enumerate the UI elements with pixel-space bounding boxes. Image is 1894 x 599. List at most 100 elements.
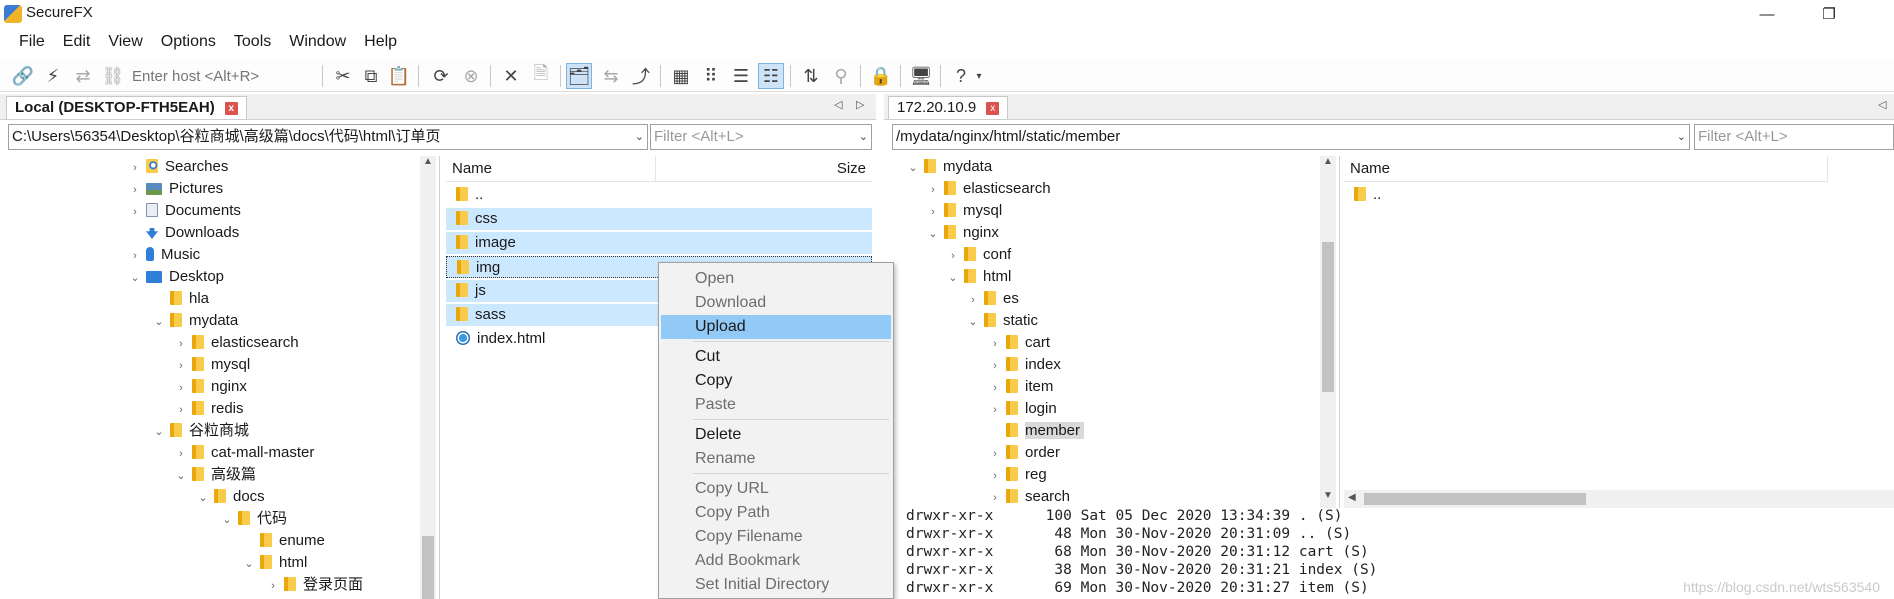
- local-filter-field[interactable]: Filter <Alt+L> ⌄: [650, 124, 872, 150]
- close-icon[interactable]: x: [224, 102, 238, 115]
- scrollbar-thumb[interactable]: [422, 536, 434, 599]
- tree-node[interactable]: › Pictures: [128, 178, 223, 200]
- chevron-down-icon[interactable]: ⌄: [926, 223, 940, 245]
- tree-node[interactable]: › nginx: [174, 376, 247, 398]
- list-item[interactable]: ..: [446, 184, 656, 206]
- tree-node[interactable]: Downloads: [128, 222, 239, 244]
- chevron-right-icon[interactable]: ›: [174, 377, 188, 399]
- tree-node[interactable]: ⌄ mydata: [152, 310, 238, 332]
- menu-item-copy-url[interactable]: Copy URL: [661, 477, 891, 501]
- chevron-right-icon[interactable]: ›: [174, 333, 188, 355]
- chevron-right-icon[interactable]: ›: [174, 443, 188, 465]
- connect-icon[interactable]: 🔗: [10, 63, 36, 89]
- chevron-down-icon[interactable]: ⌄: [152, 311, 166, 333]
- chevron-right-icon[interactable]: ›: [128, 179, 142, 201]
- chevron-right-icon[interactable]: ›: [926, 201, 940, 223]
- remote-filter-field[interactable]: Filter <Alt+L>: [1694, 124, 1894, 150]
- chevron-right-icon[interactable]: ›: [926, 179, 940, 201]
- menu-item-copy-filename[interactable]: Copy Filename: [661, 525, 891, 549]
- chevron-right-icon[interactable]: ›: [966, 289, 980, 311]
- menu-item-open[interactable]: Open: [661, 267, 891, 291]
- close-icon[interactable]: x: [986, 102, 1000, 115]
- delete-icon[interactable]: ✕: [498, 63, 524, 89]
- sort-icon[interactable]: ⇅: [798, 63, 824, 89]
- tree-node[interactable]: › search: [988, 486, 1070, 508]
- chevron-right-icon[interactable]: ›: [266, 575, 280, 597]
- chevron-right-icon[interactable]: ›: [946, 245, 960, 267]
- tree-node[interactable]: ⌄ nginx: [926, 222, 998, 245]
- local-tree-scrollbar[interactable]: ▲: [420, 156, 436, 599]
- disconnect-icon[interactable]: ⛓: [100, 63, 126, 89]
- chevron-right-icon[interactable]: ›: [128, 157, 142, 179]
- menu-view[interactable]: View: [99, 30, 151, 54]
- scroll-down-icon[interactable]: ▼: [1320, 490, 1336, 501]
- menu-item-download[interactable]: Download: [661, 291, 891, 315]
- tree-node[interactable]: member: [988, 420, 1085, 442]
- details-view-icon[interactable]: ☷: [758, 63, 784, 89]
- menu-tools[interactable]: Tools: [225, 30, 280, 54]
- menu-item-add-bookmark[interactable]: Add Bookmark: [661, 549, 891, 573]
- column-header-size[interactable]: Size: [656, 156, 872, 182]
- maximize-button[interactable]: ❐: [1806, 0, 1852, 28]
- tab-scroll-left-icon[interactable]: ◁: [834, 98, 842, 111]
- large-icons-view-icon[interactable]: ▦: [668, 63, 694, 89]
- column-header-name[interactable]: Name: [1344, 156, 1828, 182]
- tree-node[interactable]: › Documents: [128, 200, 241, 222]
- small-icons-view-icon[interactable]: ⠿: [698, 63, 724, 89]
- tree-node[interactable]: ⌄ html: [242, 552, 307, 574]
- remote-horizontal-scrollbar[interactable]: ◀: [1344, 490, 1894, 508]
- tree-view-icon[interactable]: 🗂: [566, 63, 592, 89]
- chevron-down-icon[interactable]: ⌄: [906, 157, 920, 179]
- chevron-right-icon[interactable]: ›: [174, 399, 188, 421]
- tree-node[interactable]: › mysql: [926, 200, 1002, 222]
- list-item[interactable]: image: [446, 232, 872, 254]
- menu-file[interactable]: File: [10, 30, 54, 54]
- tree-node[interactable]: › elasticsearch: [926, 178, 1050, 201]
- chevron-right-icon[interactable]: ›: [128, 201, 142, 223]
- chevron-down-icon[interactable]: ⌄: [242, 553, 256, 575]
- chevron-down-icon[interactable]: ⌄: [946, 267, 960, 289]
- scrollbar-thumb[interactable]: [1322, 242, 1334, 392]
- scroll-up-icon[interactable]: ▲: [420, 156, 436, 167]
- chevron-right-icon[interactable]: ›: [988, 333, 1002, 355]
- chevron-right-icon[interactable]: ›: [988, 377, 1002, 399]
- menu-item-copy-path[interactable]: Copy Path: [661, 501, 891, 525]
- tree-node[interactable]: enume: [242, 530, 325, 552]
- list-item[interactable]: index.html: [446, 328, 656, 350]
- tab-local[interactable]: Local (DESKTOP-FTH5EAH) x: [6, 96, 247, 119]
- refresh-icon[interactable]: ⟳: [428, 63, 454, 89]
- chevron-down-icon[interactable]: ⌄: [635, 125, 644, 149]
- tree-node[interactable]: › cat-mall-master: [174, 442, 314, 464]
- quick-connect-icon[interactable]: ⚡: [40, 63, 66, 89]
- tree-node[interactable]: › mysql: [174, 354, 250, 376]
- chevron-down-icon[interactable]: ⌄: [966, 311, 980, 333]
- chevron-right-icon[interactable]: ›: [988, 355, 1002, 377]
- list-view-icon[interactable]: ☰: [728, 63, 754, 89]
- tree-node[interactable]: › login: [988, 398, 1057, 420]
- menu-item-delete[interactable]: Delete: [661, 423, 891, 447]
- scrollbar-thumb[interactable]: [1364, 493, 1586, 505]
- tree-node[interactable]: ⌄ html: [946, 266, 1011, 288]
- tree-node[interactable]: › 登录页面: [266, 574, 363, 596]
- chevron-right-icon[interactable]: ›: [988, 399, 1002, 421]
- chevron-down-icon[interactable]: ⌄: [196, 487, 210, 509]
- copy-icon[interactable]: ⧉: [358, 63, 384, 89]
- menu-item-upload[interactable]: Upload: [661, 315, 891, 339]
- menu-item-rename[interactable]: Rename: [661, 447, 891, 471]
- chevron-down-icon[interactable]: ⌄: [220, 509, 234, 531]
- paste-icon[interactable]: 📋: [386, 63, 412, 89]
- remote-path-field[interactable]: /mydata/nginx/html/static/member ⌄: [892, 124, 1690, 150]
- properties-icon[interactable]: 🗎: [528, 63, 554, 89]
- tree-node[interactable]: ⌄ Desktop: [128, 266, 224, 288]
- stop-icon[interactable]: ⊗: [458, 63, 484, 89]
- chevron-right-icon[interactable]: ›: [128, 245, 142, 267]
- tree-node[interactable]: hla: [152, 288, 209, 310]
- tree-node[interactable]: ⌄ static: [966, 310, 1038, 332]
- chevron-down-icon[interactable]: ⌄: [1677, 125, 1686, 149]
- local-path-field[interactable]: C:\Users\56354\Desktop\谷粒商城\高级篇\docs\代码\…: [8, 124, 648, 150]
- tree-node[interactable]: › item: [988, 376, 1053, 398]
- help-icon[interactable]: ?: [948, 63, 974, 89]
- menu-item-cut[interactable]: Cut: [661, 345, 891, 369]
- menu-item-paste[interactable]: Paste: [661, 393, 891, 417]
- tab-scroll-right-icon[interactable]: ▷: [856, 98, 864, 111]
